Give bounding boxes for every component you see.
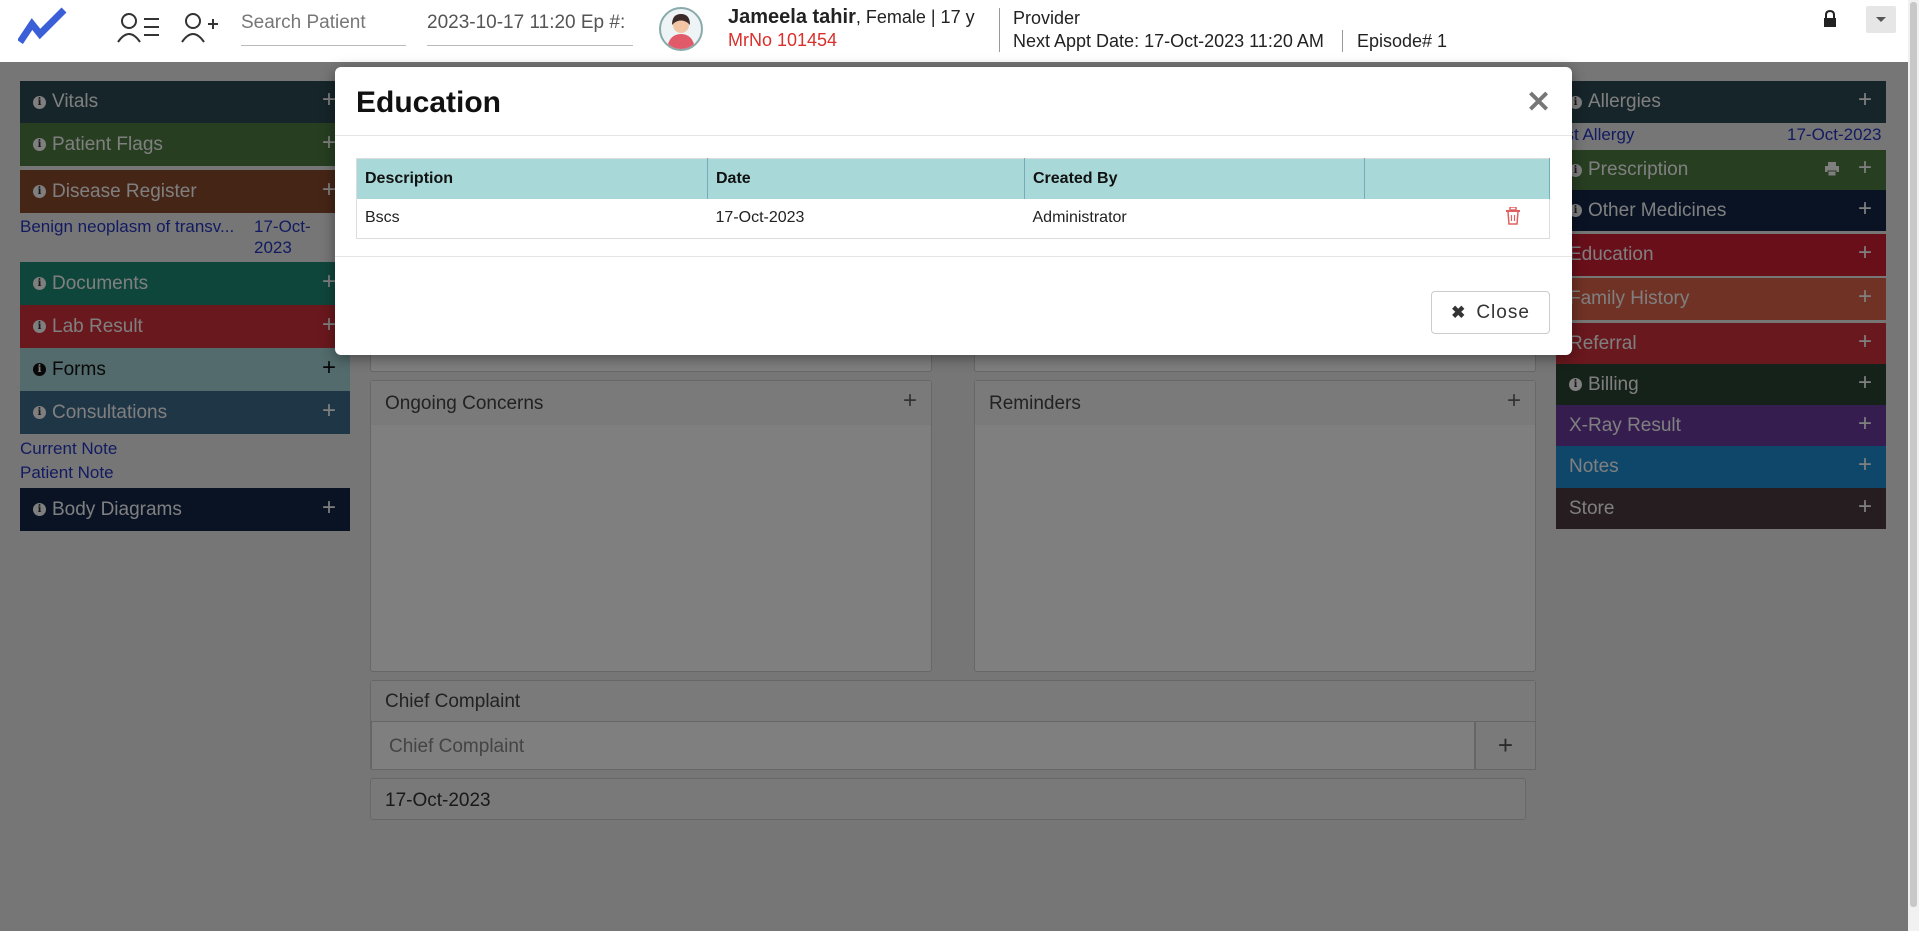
patient-name: Jameela tahir [728,6,856,28]
patient-mrno: MrNo 101454 [728,30,838,50]
close-icon[interactable]: ✕ [1526,85,1551,120]
modal-title: Education [356,86,502,119]
delete-icon[interactable] [1505,205,1521,225]
top-bar: Search Patient 2023-10-17 11:20 Ep #: Ja… [0,0,1908,62]
column-header-created-by: Created By [1024,158,1365,199]
scrollbar-thumb[interactable] [1910,2,1917,907]
education-modal: Education ✕ Description Date Created By … [335,67,1572,355]
search-patient-input[interactable]: Search Patient [241,6,406,46]
column-header-date: Date [707,158,1025,199]
chevron-down-icon [1876,17,1886,22]
cell-actions [1365,199,1550,239]
patient-name-line: Jameela tahir, Female | 17 y [728,6,975,29]
patient-details: , Female | 17 y [855,7,975,27]
cell-description: Bscs [365,209,400,226]
provider-label: Provider [1013,8,1081,28]
header-divider [999,8,1000,52]
modal-divider [335,256,1572,257]
table-header-row: Description Date Created By [356,158,1550,199]
next-appt-value: : 17-Oct-2023 11:20 AM [1134,31,1324,51]
table-row: Bscs 17-Oct-2023 Administrator [357,199,1550,239]
education-table: Description Date Created By Bscs 17-Oct-… [356,158,1550,239]
cell-date: 17-Oct-2023 [715,209,805,226]
close-button-label: Close [1476,301,1530,323]
app-logo-icon[interactable] [18,6,68,46]
next-appointment: Next Appt Date: 17-Oct-2023 11:20 AM [1013,31,1324,52]
column-header-description: Description [356,158,708,199]
cell-created-by: Administrator [1032,209,1127,226]
modal-divider [335,135,1572,136]
add-patient-icon[interactable] [180,10,220,44]
next-appt-label: Next Appt Date [1013,31,1135,51]
episode-number: Episode# 1 [1357,31,1448,51]
patient-avatar [659,7,703,51]
header-divider [1342,30,1343,52]
close-button[interactable]: ✖ Close [1431,291,1550,334]
patient-list-icon[interactable] [117,10,161,44]
lock-icon[interactable] [1822,10,1838,28]
user-menu-dropdown[interactable] [1866,6,1896,33]
close-icon: ✖ [1451,302,1467,322]
episode-date-field[interactable]: 2023-10-17 11:20 Ep #: [427,6,633,46]
column-header-actions [1364,158,1550,199]
